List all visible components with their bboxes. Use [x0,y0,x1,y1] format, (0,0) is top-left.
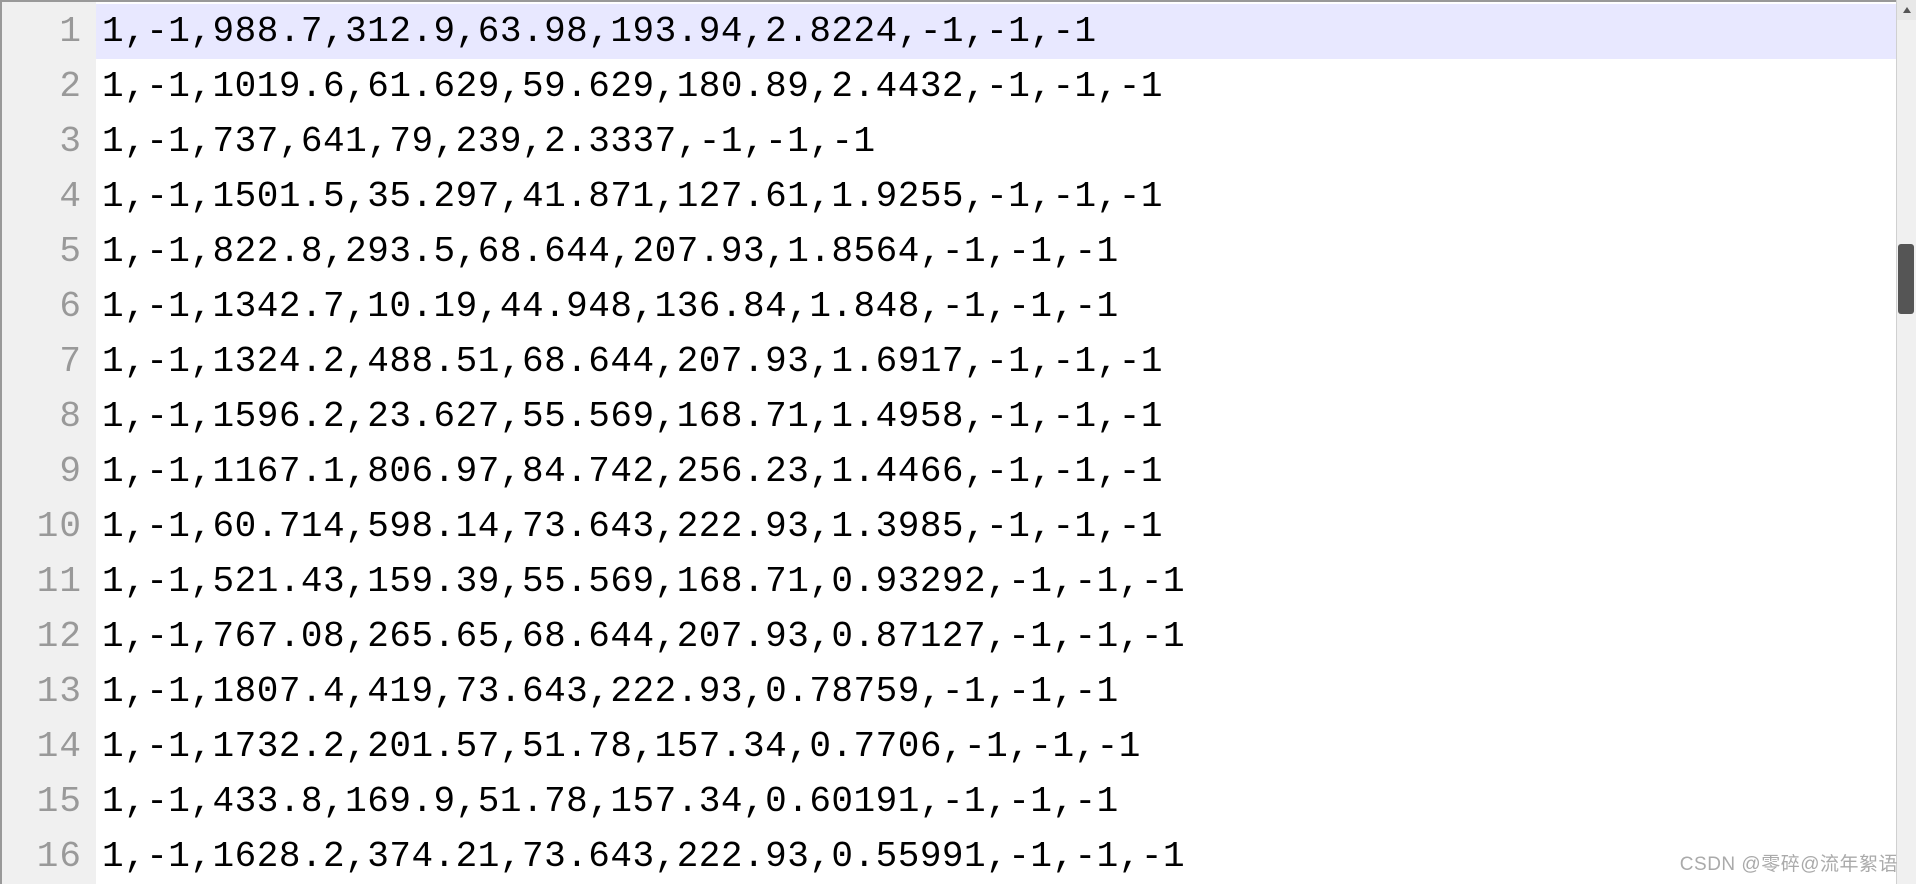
line-number: 12 [2,609,96,664]
code-line[interactable]: 1,-1,1167.1,806.97,84.742,256.23,1.4466,… [96,444,1916,499]
line-number: 15 [2,774,96,829]
code-line[interactable]: 1,-1,988.7,312.9,63.98,193.94,2.8224,-1,… [96,4,1916,59]
code-line[interactable]: 1,-1,767.08,265.65,68.644,207.93,0.87127… [96,609,1916,664]
code-line[interactable]: 1,-1,737,641,79,239,2.3337,-1,-1,-1 [96,114,1916,169]
line-number: 6 [2,279,96,334]
code-line[interactable]: 1,-1,1324.2,488.51,68.644,207.93,1.6917,… [96,334,1916,389]
code-line[interactable]: 1,-1,1628.2,374.21,73.643,222.93,0.55991… [96,829,1916,884]
line-number: 3 [2,114,96,169]
line-number: 2 [2,59,96,114]
code-line[interactable]: 1,-1,822.8,293.5,68.644,207.93,1.8564,-1… [96,224,1916,279]
code-line[interactable]: 1,-1,1732.2,201.57,51.78,157.34,0.7706,-… [96,719,1916,774]
line-number-gutter: 12345678910111213141516 [2,2,96,884]
scrollbar-thumb[interactable] [1898,244,1914,314]
line-number: 8 [2,389,96,444]
line-number: 4 [2,169,96,224]
line-number: 5 [2,224,96,279]
line-number: 14 [2,719,96,774]
line-number: 10 [2,499,96,554]
code-area[interactable]: 1,-1,988.7,312.9,63.98,193.94,2.8224,-1,… [96,2,1916,884]
code-line[interactable]: 1,-1,1807.4,419,73.643,222.93,0.78759,-1… [96,664,1916,719]
code-line[interactable]: 1,-1,433.8,169.9,51.78,157.34,0.60191,-1… [96,774,1916,829]
code-line[interactable]: 1,-1,1596.2,23.627,55.569,168.71,1.4958,… [96,389,1916,444]
code-line[interactable]: 1,-1,1019.6,61.629,59.629,180.89,2.4432,… [96,59,1916,114]
line-number: 1 [2,4,96,59]
code-line[interactable]: 1,-1,1501.5,35.297,41.871,127.61,1.9255,… [96,169,1916,224]
code-line[interactable]: 1,-1,521.43,159.39,55.569,168.71,0.93292… [96,554,1916,609]
editor-container: 12345678910111213141516 1,-1,988.7,312.9… [0,0,1916,884]
line-number: 13 [2,664,96,719]
line-number: 11 [2,554,96,609]
vertical-scrollbar[interactable] [1896,0,1916,884]
line-number: 16 [2,829,96,884]
scrollbar-up-arrow-icon[interactable] [1897,0,1916,20]
line-number: 7 [2,334,96,389]
line-number: 9 [2,444,96,499]
code-line[interactable]: 1,-1,60.714,598.14,73.643,222.93,1.3985,… [96,499,1916,554]
code-line[interactable]: 1,-1,1342.7,10.19,44.948,136.84,1.848,-1… [96,279,1916,334]
watermark-text: CSDN @零碎@流年絮语 [1680,849,1898,876]
